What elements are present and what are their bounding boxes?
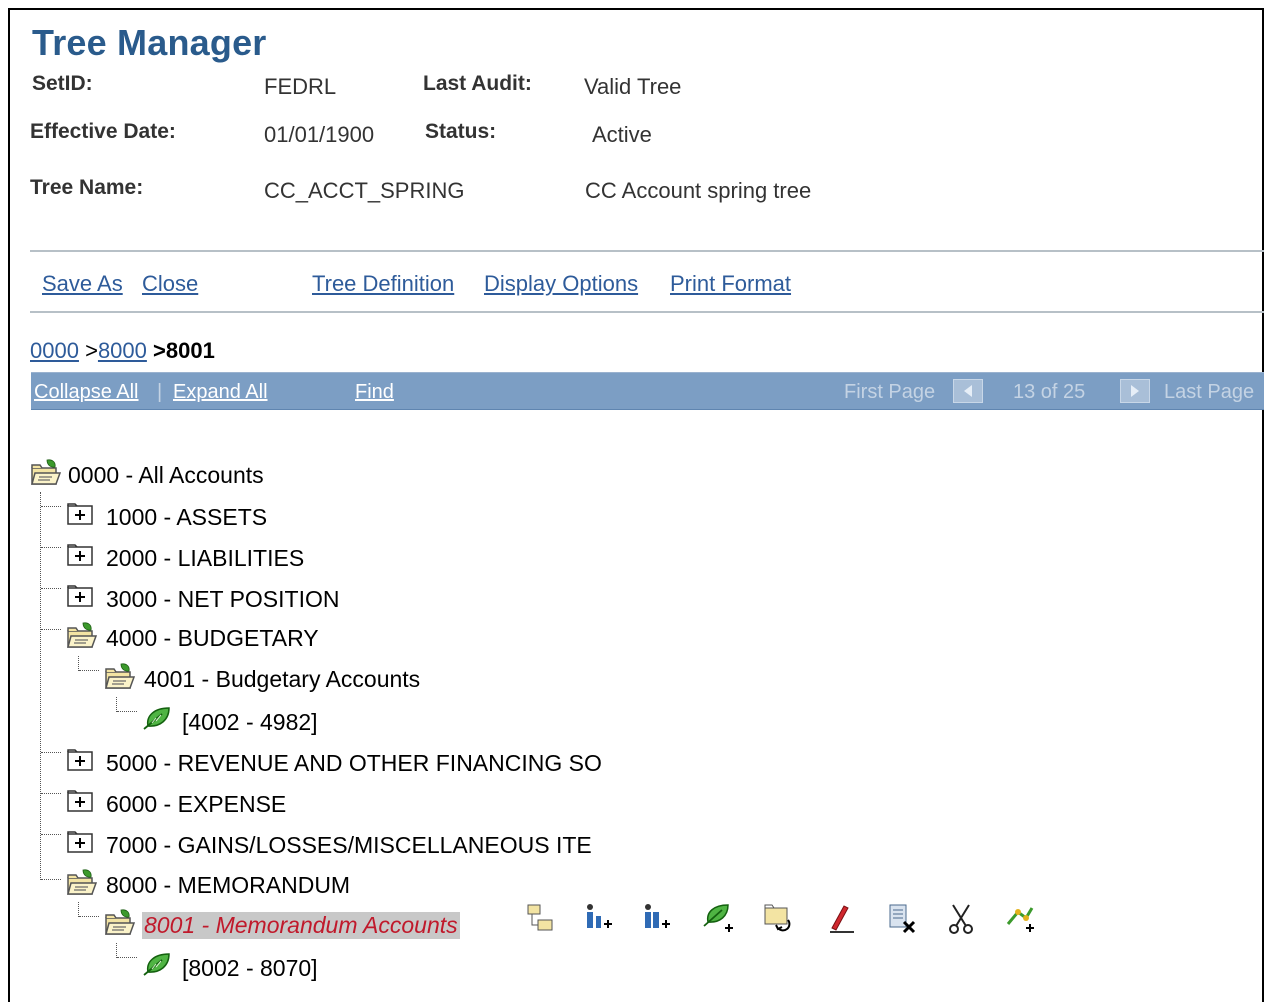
expand-plus-icon[interactable] — [66, 503, 94, 527]
tree-line — [41, 834, 61, 835]
collapse-all-link[interactable]: Collapse All — [34, 381, 139, 404]
open-folder-icon — [30, 459, 62, 487]
tree-line — [116, 943, 117, 958]
tree-line — [41, 547, 61, 548]
expand-plus-icon[interactable] — [66, 544, 94, 568]
effective-date-value: 01/01/1900 — [264, 122, 375, 147]
open-folder-icon — [66, 869, 98, 897]
arrow-left-icon — [964, 385, 972, 397]
tree-line — [41, 629, 61, 630]
tree-line — [79, 670, 99, 671]
leaf-icon — [142, 952, 172, 976]
tree-line — [78, 902, 79, 917]
close-link[interactable]: Close — [142, 271, 198, 297]
arrow-right-icon — [1131, 385, 1139, 397]
first-page-label: First Page — [844, 381, 936, 403]
expand-all-link[interactable]: Expand All — [173, 381, 268, 404]
tree-node-label: 5000 - REVENUE AND OTHER FINANCING SO — [106, 750, 602, 776]
tree-line — [41, 879, 61, 880]
tree-line — [116, 697, 117, 712]
leaf-icon — [142, 706, 172, 730]
tree-node-label: 1000 - ASSETS — [106, 504, 268, 530]
setid-label: SetID: — [32, 72, 93, 95]
expand-plus-icon[interactable] — [66, 790, 94, 814]
insert-child-node-icon[interactable] — [582, 902, 616, 936]
move-node-icon[interactable] — [762, 902, 796, 936]
display-options-link[interactable]: Display Options — [484, 271, 638, 297]
divider-top — [30, 250, 1264, 252]
insert-leaf-icon[interactable] — [702, 902, 736, 936]
tree-line-root — [40, 492, 41, 880]
tree-line — [78, 656, 79, 671]
divider-bottom — [30, 311, 1264, 313]
effective-date-label: Effective Date: — [30, 120, 176, 143]
page-count: 13 of 25 — [1013, 381, 1086, 403]
tree-definition-link[interactable]: Tree Definition — [312, 271, 454, 297]
tree-description: CC Account spring tree — [585, 178, 812, 203]
last-page-label: Last Page — [1164, 381, 1255, 403]
page-title: Tree Manager — [32, 22, 267, 63]
tree-name-value: CC_ACCT_SPRING — [264, 178, 465, 203]
tree-node-label: 8000 - MEMORANDUM — [106, 872, 351, 898]
insert-sibling-detail-icon[interactable] — [640, 902, 674, 936]
tree-line — [41, 793, 61, 794]
previous-page-button[interactable] — [953, 379, 983, 403]
last-audit-label: Last Audit: — [423, 72, 532, 95]
breadcrumb: 0000 >8000 >8001 — [30, 338, 215, 364]
tree-leaf-label: [8002 - 8070] — [182, 955, 318, 981]
breadcrumb-link-8000[interactable]: 8000 — [98, 338, 147, 363]
tree-line — [41, 506, 61, 507]
tree-node-label: 0000 - All Accounts — [68, 462, 264, 488]
tree-line — [117, 957, 137, 958]
open-folder-icon — [104, 663, 136, 691]
breadcrumb-link-0000[interactable]: 0000 — [30, 338, 79, 363]
cut-icon[interactable] — [944, 902, 978, 936]
tree-line — [117, 711, 137, 712]
tree-node-label: 4000 - BUDGETARY — [106, 625, 319, 651]
next-page-button[interactable] — [1120, 379, 1150, 403]
status-value: Active — [592, 122, 652, 147]
navbar-separator: | — [157, 381, 163, 403]
tree-name-label: Tree Name: — [30, 176, 144, 199]
tree-line — [41, 752, 61, 753]
tree-node-label: 3000 - NET POSITION — [106, 586, 340, 612]
tree-node-label: 7000 - GAINS/LOSSES/MISCELLANEOUS ITE — [106, 832, 592, 858]
save-as-link[interactable]: Save As — [42, 271, 123, 297]
tree-node-label: 2000 - LIABILITIES — [106, 545, 305, 571]
open-folder-icon — [104, 909, 136, 937]
edit-data-icon[interactable] — [824, 902, 858, 936]
expand-plus-icon[interactable] — [66, 585, 94, 609]
breadcrumb-separator: > — [85, 338, 98, 363]
tree-line — [79, 916, 99, 917]
paste-icon[interactable] — [1004, 902, 1038, 936]
print-format-link[interactable]: Print Format — [670, 271, 791, 297]
open-folder-icon — [66, 622, 98, 650]
delete-node-icon[interactable] — [886, 902, 920, 936]
expand-plus-icon[interactable] — [66, 749, 94, 773]
tree-line — [41, 588, 61, 589]
tree-navigation-bar: Collapse All | Expand All Find First Pag… — [31, 372, 1264, 410]
insert-sibling-node-icon[interactable] — [524, 902, 558, 936]
tree-node-label-selected: 8001 - Memorandum Accounts — [142, 912, 460, 939]
find-link[interactable]: Find — [355, 381, 394, 404]
expand-plus-icon[interactable] — [66, 831, 94, 855]
status-label: Status: — [425, 120, 497, 143]
setid-value: FEDRL — [264, 74, 337, 99]
tree-leaf-label: [4002 - 4982] — [182, 709, 318, 735]
tree-node-label: 4001 - Budgetary Accounts — [144, 666, 421, 692]
last-audit-value: Valid Tree — [584, 74, 682, 99]
tree-node-label: 6000 - EXPENSE — [106, 791, 287, 817]
breadcrumb-current: >8001 — [153, 338, 215, 363]
